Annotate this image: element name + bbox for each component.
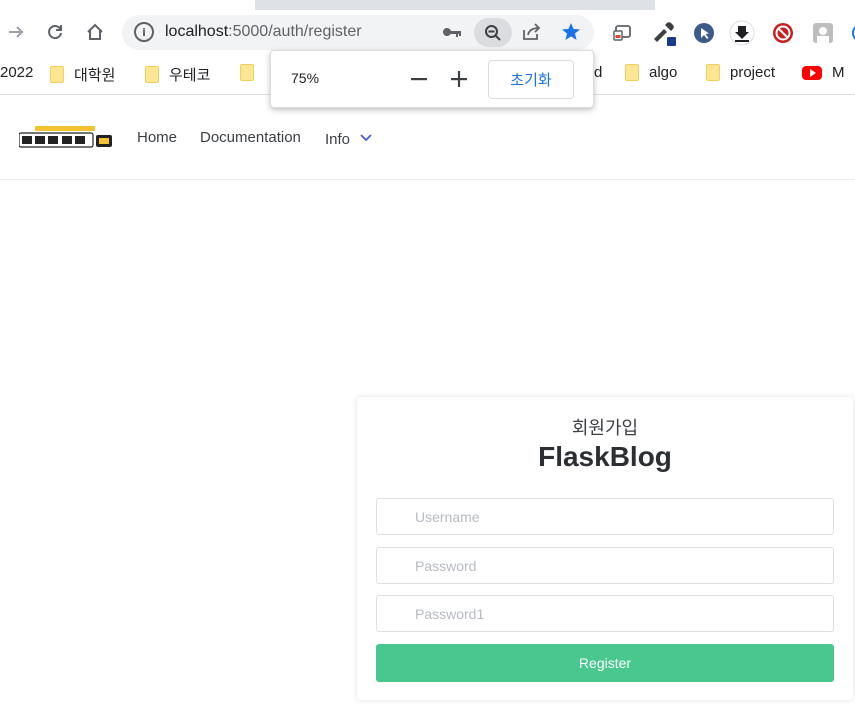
key-icon[interactable] <box>442 24 462 44</box>
folder-icon <box>50 66 64 83</box>
inactive-tab[interactable] <box>655 0 855 10</box>
home-icon[interactable] <box>81 18 109 46</box>
bookmark-folder-grad-school[interactable]: 대학원 <box>50 64 115 85</box>
site-info-icon[interactable]: i <box>134 22 154 42</box>
zoom-popup: 75% 초기화 <box>270 50 594 108</box>
zoom-icon[interactable] <box>474 18 512 47</box>
zoom-level: 75% <box>291 70 320 86</box>
color-picker-extension-icon[interactable] <box>650 19 678 47</box>
youtube-icon <box>802 65 822 80</box>
zoom-in-button[interactable] <box>443 63 475 95</box>
url-text[interactable]: localhost:5000/auth/register <box>165 23 362 41</box>
password-input[interactable] <box>376 547 834 584</box>
bookmark-folder-wooteco[interactable]: 우테코 <box>145 64 210 85</box>
cast-icon[interactable] <box>608 19 636 47</box>
zoom-reset-button[interactable]: 초기화 <box>488 60 574 99</box>
register-card: 회원가입 FlaskBlog Register <box>357 397 853 700</box>
register-title: FlaskBlog <box>538 441 672 472</box>
register-button[interactable]: Register <box>376 644 834 682</box>
reload-icon[interactable] <box>41 18 69 46</box>
site-navbar: Home Documentation Info <box>0 96 855 180</box>
bookmark-d[interactable]: d <box>594 64 602 81</box>
username-input[interactable] <box>376 498 834 535</box>
register-subtitle: 회원가입 <box>571 418 639 439</box>
password-confirm-input[interactable] <box>376 595 834 632</box>
nav-info-label: Info <box>325 131 351 148</box>
bookmark-2022[interactable]: 2022 <box>0 64 33 81</box>
bookmark-folder-hidden[interactable] <box>240 64 254 81</box>
folder-icon <box>240 64 254 81</box>
nav-documentation[interactable]: Documentation <box>200 129 301 146</box>
folder-icon <box>145 66 159 83</box>
forward-icon[interactable] <box>2 18 30 46</box>
active-tab[interactable] <box>0 0 255 10</box>
nav-home[interactable]: Home <box>137 129 177 146</box>
block-extension-icon[interactable] <box>769 19 797 47</box>
profile-extension-icon[interactable] <box>809 19 837 47</box>
bookmark-star-icon[interactable] <box>561 22 581 46</box>
bookmark-folder-project[interactable]: project <box>706 64 775 81</box>
tab-strip <box>0 0 855 10</box>
nav-info[interactable]: Info <box>325 129 372 148</box>
bookmark-folder-algo[interactable]: algo <box>625 64 677 81</box>
bookmark-youtube[interactable]: M <box>802 64 845 81</box>
zoom-out-button[interactable] <box>403 63 435 95</box>
folder-icon <box>625 64 639 81</box>
site-logo[interactable] <box>18 126 113 150</box>
address-bar[interactable]: i localhost:5000/auth/register <box>122 15 594 50</box>
extension-icon[interactable] <box>846 19 855 47</box>
download-extension-icon[interactable] <box>728 19 756 47</box>
chevron-down-icon <box>360 129 372 146</box>
cursor-extension-icon[interactable] <box>690 19 718 47</box>
share-icon[interactable] <box>522 23 542 45</box>
folder-icon <box>706 64 720 81</box>
